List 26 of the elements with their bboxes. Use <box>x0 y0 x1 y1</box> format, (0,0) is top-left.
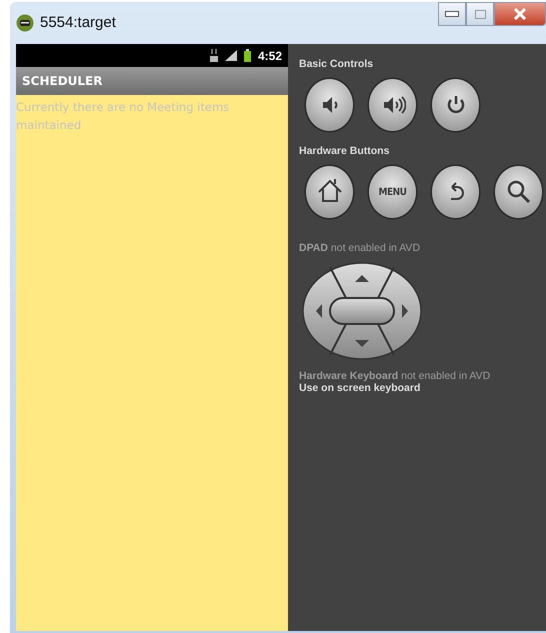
empty-message: Currently there are no Meeting items maintained <box>16 99 230 134</box>
battery-icon <box>244 49 251 62</box>
close-x-icon <box>513 8 527 20</box>
home-icon <box>316 179 342 205</box>
volume-down-button[interactable] <box>306 79 353 131</box>
network-3g-icon <box>210 49 218 62</box>
keyboard-hint: Use on screen keyboard <box>299 382 420 394</box>
home-button[interactable] <box>306 166 353 218</box>
dpad-note: DPAD not enabled in AVD <box>299 242 420 254</box>
app-title: SCHEDULER <box>22 74 102 88</box>
section-heading: Hardware Buttons <box>299 145 390 157</box>
minimize-button[interactable] <box>438 2 466 26</box>
power-button[interactable] <box>432 79 479 131</box>
robot-icon <box>16 14 34 32</box>
search-icon <box>506 179 532 205</box>
back-button[interactable] <box>432 166 479 218</box>
volume-up-button[interactable] <box>369 79 416 131</box>
section-heading: Basic Controls <box>299 58 374 70</box>
window-title: 5554:target <box>40 14 116 30</box>
menu-button[interactable]: MENU <box>369 166 416 218</box>
close-button[interactable] <box>494 2 546 26</box>
search-button[interactable] <box>495 166 542 218</box>
dpad-drawing[interactable] <box>302 262 422 360</box>
clock: 4:52 <box>258 48 282 62</box>
keyboard-note: Hardware Keyboard not enabled in AVD <box>299 370 490 382</box>
signal-icon <box>224 50 237 61</box>
